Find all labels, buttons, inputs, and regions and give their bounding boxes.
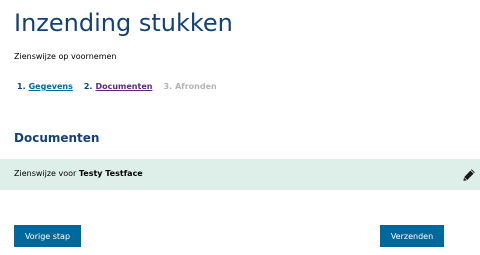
pencil-icon-graphic bbox=[463, 169, 475, 181]
step-link-documenten[interactable]: Documenten bbox=[95, 82, 152, 91]
document-label: Zienswijze voor Testy Testface bbox=[14, 168, 143, 180]
step-link-gegevens[interactable]: Gegevens bbox=[29, 82, 73, 91]
page-subtitle: Zienswijze op voornemen bbox=[14, 52, 117, 61]
document-prefix: Zienswijze voor bbox=[14, 169, 77, 178]
previous-step-button[interactable]: Vorige stap bbox=[14, 225, 81, 247]
step-documenten: 2. Documenten bbox=[84, 81, 153, 93]
pencil-icon[interactable] bbox=[462, 167, 476, 181]
step-number: 3. bbox=[163, 82, 173, 91]
step-number: 2. bbox=[83, 82, 93, 91]
submit-button[interactable]: Verzenden bbox=[380, 225, 444, 247]
step-gegevens: 1. Gegevens bbox=[17, 81, 73, 93]
step-label-afronden: Afronden bbox=[175, 82, 217, 91]
step-afronden: 3. Afronden bbox=[163, 81, 216, 93]
step-indicator: 1. Gegevens 2. Documenten 3. Afronden bbox=[17, 81, 217, 93]
step-number: 1. bbox=[17, 82, 26, 91]
document-name: Testy Testface bbox=[78, 169, 143, 178]
page-title: Inzending stukken bbox=[14, 9, 233, 37]
section-title-documenten: Documenten bbox=[14, 131, 100, 145]
document-row: Zienswijze voor Testy Testface bbox=[0, 159, 480, 190]
